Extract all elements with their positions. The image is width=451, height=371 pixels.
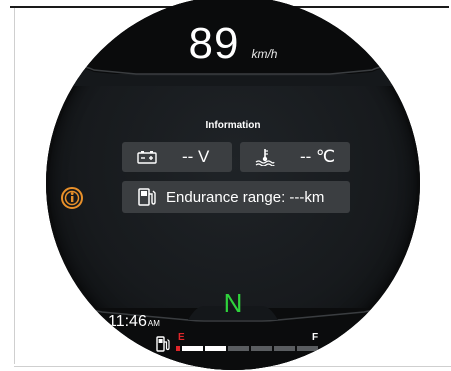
endurance-range-value: Endurance range: ---km bbox=[166, 188, 325, 206]
temperature-value: -- ℃ bbox=[300, 147, 336, 166]
fuel-segment bbox=[228, 346, 249, 351]
fuel-segment bbox=[251, 346, 272, 351]
clock: 11:46AM bbox=[108, 314, 160, 330]
fuel-empty-label: E bbox=[178, 332, 185, 343]
fuel-empty-marker bbox=[176, 346, 180, 351]
voltage-value: -- V bbox=[182, 147, 210, 166]
fuel-gauge bbox=[176, 346, 318, 351]
speed-value: 89 bbox=[188, 19, 240, 68]
fuel-segment bbox=[205, 346, 226, 351]
speed-unit: km/h bbox=[251, 47, 278, 61]
coolant-temperature-icon bbox=[254, 148, 276, 166]
voltage-tile: -- V bbox=[122, 142, 232, 172]
info-warning-icon bbox=[60, 186, 84, 210]
instrument-dial: 89 km/h Information -- V -- ℃ Endurance … bbox=[46, 0, 420, 370]
battery-icon bbox=[136, 148, 158, 166]
speedometer: 89 km/h bbox=[46, 22, 420, 66]
frame-left-border bbox=[14, 8, 15, 364]
info-panel-title: Information bbox=[205, 120, 261, 131]
clock-time: 11:46 bbox=[108, 313, 147, 330]
fuel-icon bbox=[156, 336, 170, 352]
range-tile: Endurance range: ---km bbox=[122, 181, 350, 213]
fuel-full-label: F bbox=[312, 332, 319, 343]
fuel-segment bbox=[274, 346, 295, 351]
fuel-pump-icon bbox=[136, 188, 158, 206]
fuel-segment bbox=[182, 346, 203, 351]
fuel-segment bbox=[297, 346, 318, 351]
clock-ampm: AM bbox=[147, 319, 160, 328]
gear-indicator: N bbox=[223, 288, 243, 318]
temperature-tile: -- ℃ bbox=[240, 142, 350, 172]
